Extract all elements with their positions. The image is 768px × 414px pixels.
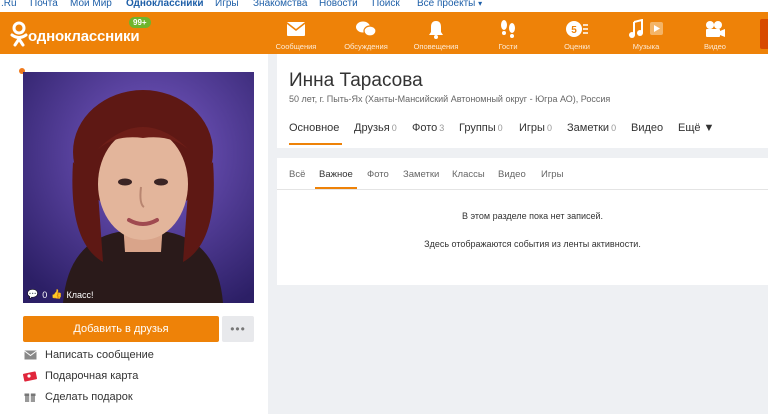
nav-messages[interactable]: Сообщения bbox=[261, 18, 331, 51]
send-message-action[interactable]: Написать сообщение bbox=[23, 346, 154, 364]
envelope-icon bbox=[23, 349, 37, 361]
gift-card-icon bbox=[23, 370, 37, 382]
music-note-icon bbox=[611, 18, 681, 40]
like-icon[interactable]: 👍 bbox=[51, 289, 62, 300]
nav-ratings-label: Оценки bbox=[564, 42, 590, 51]
portal-link-mailru[interactable]: .Ru bbox=[1, 0, 17, 9]
nav-music[interactable]: Музыка bbox=[611, 18, 681, 51]
nav-guests[interactable]: Гости bbox=[473, 18, 543, 51]
nav-ratings[interactable]: 5 Оценки bbox=[542, 18, 612, 51]
bell-icon bbox=[401, 18, 471, 40]
photo-like-label[interactable]: Класс! bbox=[66, 290, 93, 300]
more-options-button[interactable]: ••• bbox=[222, 316, 254, 342]
portal-link-ok[interactable]: Одноклассники bbox=[126, 0, 204, 9]
active-tab-indicator bbox=[289, 143, 342, 145]
feed-tab-important[interactable]: Важное bbox=[319, 169, 353, 180]
send-gift-label: Сделать подарок bbox=[45, 391, 133, 403]
nav-discussions[interactable]: Обсуждения bbox=[331, 18, 401, 51]
feed-tab-all[interactable]: Всё bbox=[289, 169, 305, 180]
feed-tab-notes[interactable]: Заметки bbox=[403, 169, 439, 180]
gift-card-action[interactable]: Подарочная карта bbox=[23, 367, 138, 385]
video-camera-icon bbox=[680, 18, 750, 40]
feed-empty-hint: Здесь отображаются события из ленты акти… bbox=[424, 239, 641, 249]
svg-text:5: 5 bbox=[571, 25, 577, 36]
comment-icon[interactable]: 💬 bbox=[27, 289, 38, 300]
feed-tab-photos[interactable]: Фото bbox=[367, 169, 389, 180]
nav-guests-label: Гости bbox=[498, 42, 518, 51]
portal-link-games[interactable]: Игры bbox=[215, 0, 239, 9]
tab-main[interactable]: Основное bbox=[289, 122, 339, 134]
send-message-label: Написать сообщение bbox=[45, 349, 154, 361]
tab-games[interactable]: Игры 0 bbox=[519, 122, 552, 134]
nav-video-label: Видео bbox=[704, 42, 726, 51]
nav-video[interactable]: Видео bbox=[680, 18, 750, 51]
brand-name[interactable]: одноклассники bbox=[28, 28, 140, 45]
chevron-down-icon: ▾ bbox=[478, 0, 483, 8]
tab-photos[interactable]: Фото 3 bbox=[412, 122, 444, 134]
portal-link-all-projects[interactable]: Все проекты ▾ bbox=[417, 0, 482, 9]
add-friend-button[interactable]: Добавить в друзья bbox=[23, 316, 219, 342]
nav-music-label: Музыка bbox=[632, 42, 660, 51]
tab-groups[interactable]: Группы 0 bbox=[459, 122, 503, 134]
portal-link-dating[interactable]: Знакомства bbox=[253, 0, 307, 9]
feed-empty-message: В этом разделе пока нет записей. bbox=[461, 211, 604, 221]
nav-discussions-label: Обсуждения bbox=[344, 42, 388, 51]
profile-photo-image bbox=[23, 72, 254, 303]
feed-tab-games[interactable]: Игры bbox=[541, 169, 563, 180]
tab-friends[interactable]: Друзья 0 bbox=[354, 122, 397, 134]
feed-tab-video[interactable]: Видео bbox=[498, 169, 526, 180]
nav-notifications[interactable]: Оповещения bbox=[401, 18, 471, 51]
send-gift-action[interactable]: Сделать подарок bbox=[23, 388, 133, 406]
tab-video[interactable]: Видео bbox=[631, 122, 663, 134]
nav-notifications-label: Оповещения bbox=[413, 42, 459, 51]
portal-link-mymir[interactable]: Мой Мир bbox=[70, 0, 112, 9]
ok-logo-icon[interactable] bbox=[8, 21, 30, 47]
photo-comments-count: 0 bbox=[42, 289, 48, 300]
portal-bar: .Ru Почта Мой Мир Одноклассники Игры Зна… bbox=[0, 0, 768, 12]
photo-stats: 💬 0 👍 Класс! bbox=[27, 289, 93, 300]
top-navigation: одноклассники 99+ Сообщения Обсуждения О… bbox=[0, 12, 768, 54]
notification-badge: 99+ bbox=[129, 17, 151, 28]
rating-5-icon: 5 bbox=[542, 18, 612, 40]
tab-notes[interactable]: Заметки 0 bbox=[567, 122, 616, 134]
envelope-icon bbox=[261, 18, 331, 40]
nav-overflow-button[interactable] bbox=[760, 19, 768, 49]
footprints-icon bbox=[473, 18, 543, 40]
chat-bubbles-icon bbox=[331, 18, 401, 40]
feed-divider bbox=[277, 189, 768, 190]
gift-icon bbox=[23, 391, 37, 403]
profile-name: Инна Тарасова bbox=[289, 70, 423, 91]
feed-tab-classes[interactable]: Классы bbox=[452, 169, 485, 180]
portal-link-search[interactable]: Поиск bbox=[372, 0, 400, 9]
profile-subtitle: 50 лет, г. Пыть-Ях (Ханты-Мансийский Авт… bbox=[289, 94, 611, 104]
nav-messages-label: Сообщения bbox=[275, 42, 317, 51]
profile-photo[interactable]: 💬 0 👍 Класс! bbox=[23, 72, 254, 303]
portal-link-news[interactable]: Новости bbox=[319, 0, 358, 9]
tab-more[interactable]: Ещё ▼ bbox=[678, 122, 714, 134]
portal-link-mail[interactable]: Почта bbox=[30, 0, 58, 9]
gift-card-label: Подарочная карта bbox=[45, 370, 139, 382]
